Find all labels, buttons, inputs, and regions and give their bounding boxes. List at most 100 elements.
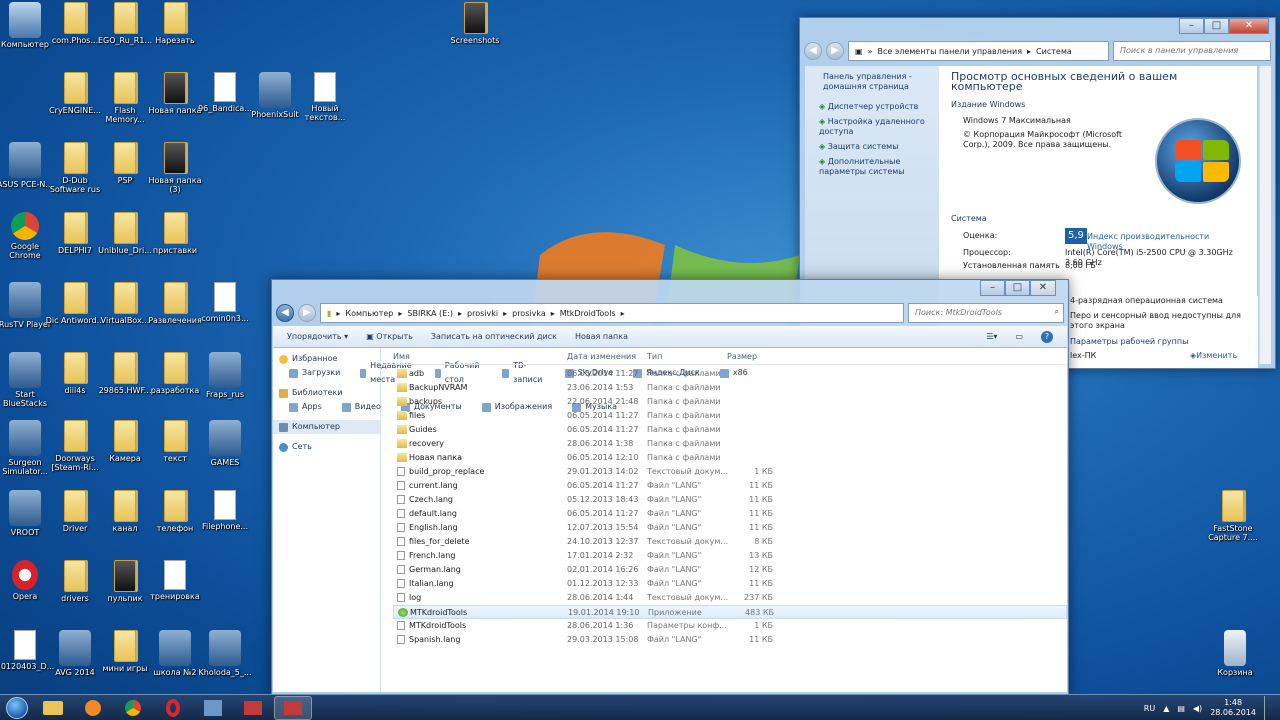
desktop-icon-label: Fraps_rus [206, 390, 244, 399]
taskbar-mtkdroidtools[interactable] [274, 695, 312, 720]
file-date: 12.07.2013 15:54 [567, 523, 639, 532]
file-row[interactable]: backups 22.06.2014 21:48 Папка с файлами [393, 395, 1067, 409]
file-row[interactable]: files_for_delete 24.10.2013 12:37 Текстовы… [393, 535, 1067, 549]
show-desktop-button[interactable] [1264, 696, 1272, 720]
file-row[interactable]: German.lang 02.01.2014 16:26 Файл "LANG" 12… [393, 563, 1067, 577]
sidebar-home-link[interactable]: Панель управления - домашняя страница [819, 72, 939, 92]
tray-arrow-icon[interactable]: ▲ [1163, 704, 1169, 713]
desktop-icon[interactable]: Нарезать [145, 2, 205, 45]
breadcrumb-item[interactable]: Все элементы панели управления [877, 47, 1022, 56]
folder-icon [114, 212, 136, 244]
sidebar-link-device-manager[interactable]: ◈ Диспетчер устройств [819, 102, 939, 112]
view-options-icon[interactable]: ☰▾ [986, 332, 997, 341]
file-row[interactable]: BackupNVRAM 23.06.2014 1:53 Папка с файлам… [393, 381, 1067, 395]
taskbar-opera[interactable] [154, 696, 192, 720]
close-button[interactable]: ✕ [1030, 280, 1056, 296]
taskbar-control-panel[interactable] [194, 696, 232, 720]
desktop-icon[interactable]: Kholoda_5_... [195, 630, 255, 677]
file-row[interactable]: log 28.06.2014 1:44 Текстовый докум... 237 … [393, 591, 1067, 605]
back-button[interactable]: ◀ [276, 304, 294, 322]
forward-button[interactable]: ▶ [826, 42, 844, 60]
nav-item[interactable]: Видео [326, 400, 381, 414]
sidebar-link-advanced[interactable]: ◈ Дополнительные параметры системы [819, 157, 939, 177]
file-row[interactable]: current.lang 06.05.2014 11:27 Файл "LANG" 1… [393, 479, 1067, 493]
language-indicator[interactable]: RU [1144, 704, 1155, 713]
nav-favorites[interactable]: Избранное [273, 352, 380, 366]
col-size[interactable]: Размер [727, 352, 757, 361]
file-row[interactable]: default.lang 06.05.2014 11:27 Файл "LANG" 1… [393, 507, 1067, 521]
desktop-icon[interactable]: приставки [145, 212, 205, 255]
organize-button[interactable]: Упорядочить ▾ [287, 332, 348, 341]
file-row[interactable]: French.lang 17.01.2014 2:32 Файл "LANG" 13 … [393, 549, 1067, 563]
start-button[interactable] [0, 695, 34, 720]
file-row[interactable]: adb 06.05.2014 11:27 Папка с файлами [393, 367, 1067, 381]
file-row[interactable]: Новая папка 06.05.2014 12:10 Папка с файла… [393, 451, 1067, 465]
address-bar[interactable]: ▣ » Все элементы панели управления ▸ Сис… [848, 41, 1109, 61]
clock[interactable]: 1:48 28.06.2014 [1210, 698, 1256, 718]
close-button[interactable]: ✕ [1229, 18, 1269, 34]
desktop-icon-label: Doorways [Steam-Ri... [51, 454, 99, 472]
desktop-icon[interactable]: FastStone Capture 7.... [1203, 490, 1263, 542]
breadcrumb-item[interactable]: MtkDroidTools [560, 309, 616, 318]
change-settings-link[interactable]: ◈Изменить [1190, 351, 1237, 361]
burn-button[interactable]: Записать на оптический диск [431, 332, 557, 341]
breadcrumb-item[interactable]: prosivka [512, 309, 546, 318]
maximize-button[interactable]: □ [1204, 18, 1229, 34]
file-row[interactable]: English.lang 12.07.2013 15:54 Файл "LANG" 1… [393, 521, 1067, 535]
sidebar-link-protection[interactable]: ◈ Защита системы [819, 142, 939, 152]
col-date[interactable]: Дата изменения [567, 352, 636, 361]
file-row[interactable]: Czech.lang 05.12.2013 18:43 Файл "LANG" 11 … [393, 493, 1067, 507]
open-button[interactable]: ▣ Открыть [366, 332, 413, 341]
file-row[interactable]: files 06.05.2014 11:27 Папка с файлами [393, 409, 1067, 423]
file-row[interactable]: Spanish.lang 29.03.2013 15:08 Файл "LANG" 1… [393, 633, 1067, 647]
new-folder-button[interactable]: Новая папка [575, 332, 628, 341]
file-row[interactable]: recovery 28.06.2014 1:38 Папка с файлами [393, 437, 1067, 451]
minimize-button[interactable]: – [980, 280, 1005, 296]
desktop-icon[interactable]: comin0n3... [195, 282, 255, 323]
col-type[interactable]: Тип [647, 352, 662, 361]
desktop-icon[interactable]: Fraps_rus [195, 352, 255, 399]
nav-item[interactable]: Apps [273, 400, 322, 414]
desktop-icon[interactable]: Корзина [1205, 630, 1265, 677]
help-icon[interactable]: ? [1041, 330, 1053, 343]
search-input[interactable]: Поиск: MtkDroidTools ⌕ [908, 303, 1064, 323]
file-icon [397, 551, 405, 560]
col-name[interactable]: Имя [393, 352, 410, 361]
nav-libraries[interactable]: Библиотеки [273, 386, 380, 400]
minimize-button[interactable]: – [1179, 18, 1204, 34]
desktop-icon[interactable]: Новый текстов... [295, 72, 355, 122]
nav-computer[interactable]: Компьютер [273, 420, 380, 434]
network-icon[interactable]: ▤ [1177, 704, 1185, 713]
maximize-button[interactable]: □ [1005, 280, 1030, 296]
breadcrumb-item[interactable]: Система [1036, 47, 1072, 56]
breadcrumb-item[interactable]: Компьютер [345, 309, 393, 318]
desktop-icon[interactable]: Screenshots [445, 2, 505, 45]
breadcrumb-item[interactable]: prosivki [467, 309, 498, 318]
scrollbar[interactable] [1259, 66, 1271, 364]
file-row[interactable]: Italian.lang 01.12.2013 12:33 Файл "LANG" 1… [393, 577, 1067, 591]
desktop-icon-label: com.Phos... [51, 36, 99, 45]
search-input[interactable]: Поиск в панели управления [1113, 41, 1271, 61]
address-bar[interactable]: ▮ ▸ Компьютер ▸ SBIRKA (E:) ▸ prosivki ▸ pr… [320, 303, 904, 323]
volume-icon[interactable]: ◀) [1193, 704, 1202, 713]
taskbar-media-player[interactable] [74, 696, 112, 720]
preview-pane-icon[interactable]: ▭ [1015, 332, 1023, 341]
desktop-icon[interactable]: GAMES [195, 420, 255, 467]
nav-network[interactable]: Сеть [273, 440, 380, 454]
taskbar-app[interactable] [234, 696, 272, 720]
breadcrumb-item[interactable]: SBIRKA (E:) [407, 309, 453, 318]
nav-item[interactable]: Загрузки [273, 366, 340, 380]
file-row[interactable]: MTKdroidTools 19.01.2014 19:10 Приложение 4… [393, 605, 1067, 619]
taskbar-explorer[interactable] [34, 696, 72, 720]
back-button[interactable]: ◀ [804, 42, 822, 60]
desktop-icon[interactable]: Filephone... [195, 490, 255, 531]
file-row[interactable]: MTKdroidTools 28.06.2014 1:36 Параметры ко… [393, 619, 1067, 633]
sidebar-link-remote[interactable]: ◈ Настройка удаленного доступа [819, 117, 939, 137]
taskbar-chrome[interactable] [114, 696, 152, 720]
file-row[interactable]: build_prop_replace 29.01.2013 14:02 Тексто… [393, 465, 1067, 479]
folder-icon [397, 439, 407, 448]
desktop-icon[interactable]: Новая папка (3) [145, 142, 205, 194]
file-row[interactable]: Guides 06.05.2014 11:27 Папка с файлами [393, 423, 1067, 437]
desktop-icon[interactable]: тренировка [145, 560, 205, 601]
forward-button[interactable]: ▶ [298, 304, 316, 322]
